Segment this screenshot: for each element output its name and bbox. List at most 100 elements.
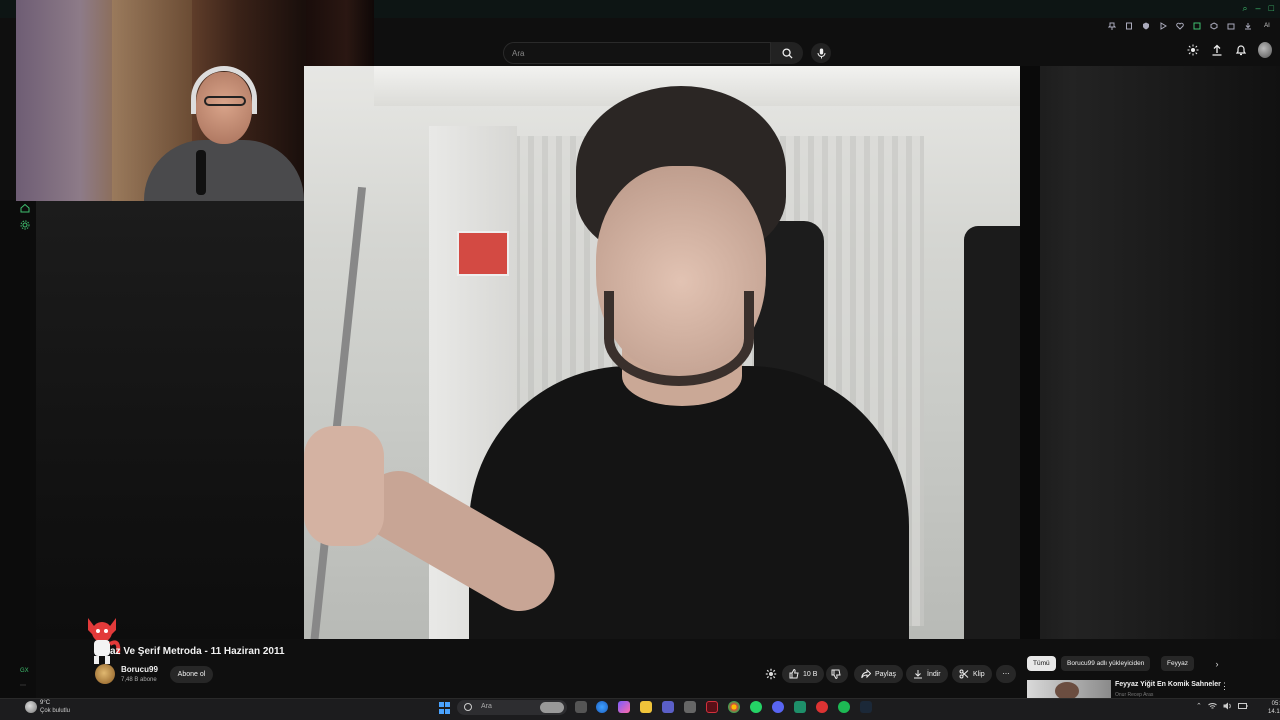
voice-search-button[interactable] xyxy=(811,43,831,63)
search-icon xyxy=(781,47,793,59)
recommendation-menu-icon[interactable]: ⋮ xyxy=(1220,681,1229,692)
cube-icon[interactable] xyxy=(1209,22,1218,31)
chip-uploader[interactable]: Borucu99 adlı yükleyiciden xyxy=(1061,656,1151,671)
video-pole xyxy=(309,186,367,639)
minimize-button[interactable]: – xyxy=(1256,3,1261,14)
share-icon xyxy=(861,669,871,679)
player-backdrop-strip xyxy=(1020,66,1040,639)
battery-icon[interactable] xyxy=(1237,702,1248,712)
weather-temperature[interactable]: 9°C xyxy=(40,700,50,706)
play-icon[interactable] xyxy=(1158,22,1167,31)
weather-description[interactable]: Çok bulutlu xyxy=(40,708,70,714)
shield-icon[interactable] xyxy=(1141,22,1150,31)
pin-icon[interactable] xyxy=(1107,22,1116,31)
video-player[interactable] xyxy=(304,66,1020,639)
channel-name[interactable]: Borucu99 xyxy=(121,665,158,674)
clip-label: Klip xyxy=(973,670,985,678)
ai-icon[interactable]: AI xyxy=(1260,22,1274,31)
chip-feyyaz[interactable]: Feyyaz xyxy=(1161,656,1194,671)
taskbar-search-label: Ara xyxy=(481,703,492,710)
video-person-beard xyxy=(604,291,754,386)
spotify-icon[interactable] xyxy=(838,701,850,713)
window-controls: ⌕ – □ xyxy=(1243,3,1275,14)
microphone-icon xyxy=(817,48,825,58)
maximize-button[interactable]: □ xyxy=(1269,3,1274,14)
download-arrow-icon xyxy=(914,670,922,679)
sidebar-more-icon[interactable]: ⋯ xyxy=(20,682,26,689)
bookmark-icon[interactable] xyxy=(1124,22,1133,31)
clock-time: 05: xyxy=(1271,701,1280,707)
recommendation-title[interactable]: Feyyaz Yiğit En Komik Sahneler xyxy=(1115,681,1221,688)
volume-icon[interactable] xyxy=(1223,702,1232,712)
gx-label: GX xyxy=(20,668,29,674)
browser-search-icon[interactable]: ⌕ xyxy=(1243,3,1248,14)
video-person-hand xyxy=(304,426,384,546)
streamer-glasses xyxy=(204,96,246,106)
chip-all[interactable]: Tümü xyxy=(1027,656,1056,671)
dislike-button[interactable] xyxy=(826,665,848,683)
opera-gx-icon[interactable] xyxy=(706,701,718,713)
chrome-icon[interactable] xyxy=(728,701,740,713)
discord-icon[interactable] xyxy=(772,701,784,713)
browser-sidebar xyxy=(0,200,36,700)
download-button[interactable]: İndir xyxy=(906,665,948,683)
thumbs-up-icon xyxy=(789,669,799,679)
thumbnail-face xyxy=(1055,682,1079,698)
task-view-icon[interactable] xyxy=(575,701,587,713)
taskbar-search-icon xyxy=(464,703,472,711)
fox-mascot-icon xyxy=(88,618,121,664)
home-icon[interactable] xyxy=(20,203,30,213)
streamer-microphone xyxy=(196,150,206,195)
like-count: 10 B xyxy=(803,670,818,678)
clock-date: 14.12.20 xyxy=(1268,709,1280,715)
app-icon[interactable] xyxy=(794,701,806,713)
whatsapp-icon[interactable] xyxy=(750,701,762,713)
browser-toolbar: AI xyxy=(1107,22,1274,31)
system-tray: ⌃ xyxy=(1196,702,1248,712)
extension-icon[interactable] xyxy=(1192,22,1201,31)
thumbs-down-icon xyxy=(831,669,841,679)
cloud-icon[interactable] xyxy=(25,701,37,713)
chevron-right-icon[interactable]: › xyxy=(1210,657,1224,671)
recommendation-thumbnail[interactable] xyxy=(1027,680,1111,698)
file-explorer-icon[interactable] xyxy=(640,701,652,713)
notification-bell-icon[interactable] xyxy=(1234,43,1248,57)
obs-icon[interactable] xyxy=(816,701,828,713)
player-backdrop-right xyxy=(1020,66,1280,639)
search-input[interactable]: Ara xyxy=(503,42,771,64)
like-button[interactable]: 10 B xyxy=(782,665,825,683)
download-icon[interactable] xyxy=(1243,22,1252,31)
subscriber-count: 7,48 B abone xyxy=(121,677,157,683)
video-door-window-right xyxy=(964,226,1020,639)
wifi-icon[interactable] xyxy=(1208,702,1217,712)
download-label: İndir xyxy=(927,670,941,678)
settings-icon[interactable] xyxy=(20,220,30,230)
account-avatar[interactable] xyxy=(1258,42,1272,58)
cast-settings-icon[interactable] xyxy=(1186,43,1200,57)
streamer-headphones xyxy=(191,66,257,114)
wallet-icon[interactable] xyxy=(1226,22,1235,31)
tray-expand-icon[interactable]: ⌃ xyxy=(1196,702,1202,712)
taskbar-clock[interactable]: 05: 14.12.20 xyxy=(1268,700,1280,716)
video-title: az Ve Şerif Metroda - 11 Haziran 2011 xyxy=(110,646,285,657)
calculator-icon[interactable] xyxy=(684,701,696,713)
scissors-icon xyxy=(959,669,969,679)
search-button[interactable] xyxy=(771,42,803,64)
windows-start-icon[interactable] xyxy=(439,702,451,714)
copilot-icon[interactable] xyxy=(618,701,630,713)
teams-icon[interactable] xyxy=(662,701,674,713)
steam-icon[interactable] xyxy=(860,701,872,713)
share-label: Paylaş xyxy=(875,670,897,678)
heart-icon[interactable] xyxy=(1175,22,1184,31)
cogwheel-icon[interactable] xyxy=(765,668,777,680)
channel-avatar[interactable] xyxy=(95,664,115,684)
taskbar-search[interactable]: Ara xyxy=(457,700,567,715)
share-button[interactable]: Paylaş xyxy=(854,665,904,683)
subscribe-button[interactable]: Abone ol xyxy=(170,666,213,683)
clip-button[interactable]: Klip xyxy=(952,665,992,683)
upload-icon[interactable] xyxy=(1210,43,1224,57)
video-red-sign xyxy=(457,231,509,276)
more-actions-button[interactable]: ⋯ xyxy=(996,665,1016,683)
player-backdrop-left xyxy=(36,201,304,639)
edge-icon[interactable] xyxy=(596,701,608,713)
